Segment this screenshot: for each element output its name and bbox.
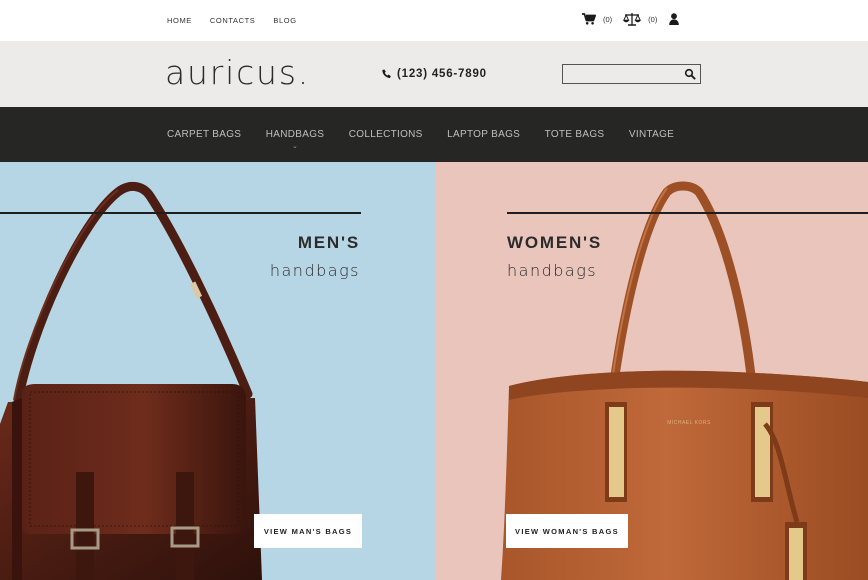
men-title: MEN'S [297,233,360,252]
top-nav-blog[interactable]: BLOG [273,16,296,25]
view-mens-bags-button[interactable]: VIEW MAN'S BAGS [254,514,362,548]
women-bag-image: MICHAEL KORS [501,181,868,580]
cart-button[interactable]: (0) [582,13,612,25]
compare-scale-icon [623,13,642,26]
compare-button[interactable]: (0) [623,12,657,26]
nav-item-collections[interactable]: COLLECTIONS [349,129,423,140]
men-divider-line [0,212,361,214]
women-title: WOMEN'S [507,233,603,252]
men-subtitle: handbags [269,261,360,280]
top-bar: HOME CONTACTS BLOG (0) (0) [0,0,868,41]
header: auricus. (123) 456-7890 [0,41,868,107]
main-nav: CARPET BAGS HANDBAGS ⌄ COLLECTIONS LAPTOP… [0,107,868,162]
view-womens-bags-button[interactable]: VIEW WOMAN'S BAGS [506,514,628,548]
phone-number: (123) 456-7890 [397,68,487,80]
cart-icon [582,13,596,25]
nav-item-handbags[interactable]: HANDBAGS ⌄ [265,129,325,150]
search-box [562,64,701,84]
chevron-down-icon: ⌄ [292,143,299,150]
account-button[interactable] [669,13,680,25]
women-subtitle: handbags [507,261,598,280]
nav-item-carpet-bags[interactable]: CARPET BAGS [167,129,241,140]
site-logo[interactable]: auricus. [165,54,310,92]
top-nav-contacts[interactable]: CONTACTS [210,16,256,25]
svg-text:MICHAEL KORS: MICHAEL KORS [667,420,711,426]
men-banner[interactable]: MEN'S handbags VIEW MAN'S BAGS [0,162,435,580]
phone-contact: (123) 456-7890 [382,68,487,80]
nav-item-tote-bags[interactable]: TOTE BAGS [545,129,605,140]
top-nav-home[interactable]: HOME [167,16,192,25]
nav-item-handbags-label: HANDBAGS [265,129,325,140]
search-icon[interactable] [684,68,696,80]
compare-count: (0) [648,14,658,24]
nav-item-laptop-bags[interactable]: LAPTOP BAGS [447,129,520,140]
women-divider-line [507,212,868,214]
men-bag-image [0,182,262,580]
top-icons: (0) (0) [582,12,680,26]
top-nav: HOME CONTACTS BLOG [167,16,297,25]
nav-item-vintage[interactable]: VINTAGE [629,129,674,140]
phone-icon [382,69,391,79]
cart-count: (0) [603,14,613,24]
search-input[interactable] [563,65,681,83]
user-icon [669,13,680,25]
women-banner[interactable]: MICHAEL KORS WOMEN'S handbags VIEW WOMAN… [435,162,868,580]
